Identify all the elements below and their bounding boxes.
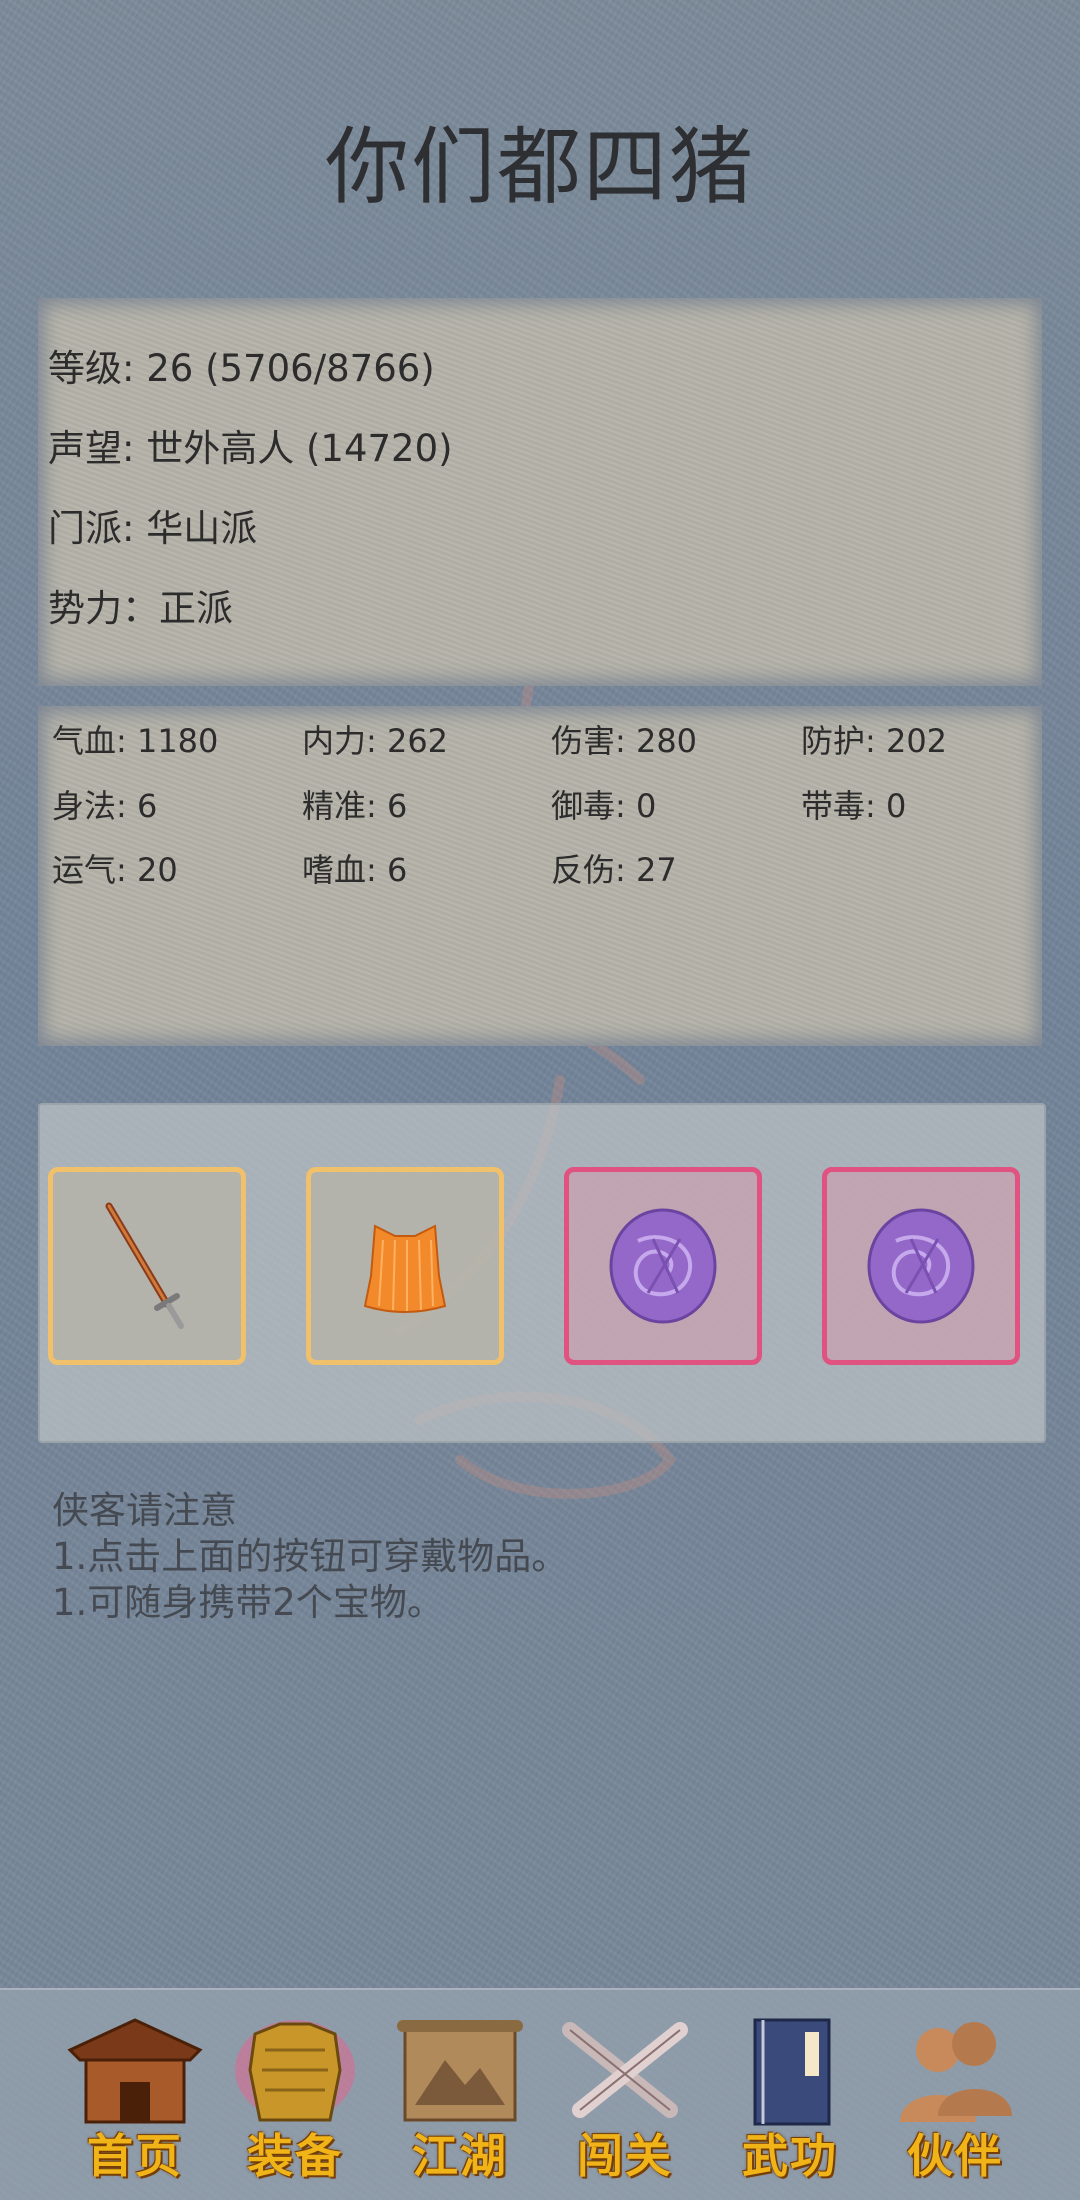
equipment-panel: [38, 1103, 1046, 1443]
purple-treasure-icon: [609, 1208, 717, 1324]
sword-icon: [105, 1202, 184, 1329]
nav-equipment-label: 装备: [247, 2129, 343, 2183]
stat-lifesteal: 嗜血: 6: [302, 851, 408, 889]
nav-challenge[interactable]: 闯关: [540, 2010, 710, 2190]
stat-luck: 运气: 20: [52, 851, 178, 889]
nav-challenge-label: 闯关: [577, 2129, 673, 2183]
nav-jianghu-label: 江湖: [412, 2129, 508, 2183]
nav-martial-arts[interactable]: 武功: [705, 2010, 875, 2190]
stat-defense: 防护: 202: [801, 722, 948, 760]
nav-martial-arts-label: 武功: [742, 2129, 838, 2183]
character-info-panel: 等级: 26 (5706/8766) 声望: 世外高人 (14720) 门派: …: [38, 298, 1042, 686]
attributes-panel: 气血: 1180 内力: 262 伤害: 280 防护: 202 身法: 6 精…: [38, 706, 1042, 1046]
equip-slot-treasure-2[interactable]: [822, 1167, 1020, 1365]
nav-companions[interactable]: 伙伴: [870, 2010, 1040, 2190]
nav-jianghu[interactable]: 江湖: [375, 2010, 545, 2190]
stat-hp: 气血: 1180: [52, 722, 219, 760]
nav-companions-label: 伙伴: [907, 2129, 1003, 2183]
reputation-text: 声望: 世外高人 (14720): [48, 427, 453, 470]
faction-text: 势力：正派: [48, 587, 233, 630]
nav-equipment[interactable]: 装备: [210, 2010, 380, 2190]
sect-text: 门派: 华山派: [48, 507, 258, 550]
notice-line-2: 1.可随身携带2个宝物。: [52, 1581, 444, 1624]
nav-home-label: 首页: [87, 2129, 183, 2183]
stat-internal-power: 内力: 262: [302, 722, 449, 760]
orange-vest-icon: [363, 1224, 447, 1313]
bottom-navigation: 首页 装备 江湖 闯关 武功 伙伴: [0, 1988, 1080, 2200]
nav-home[interactable]: 首页: [50, 2010, 220, 2190]
stat-poison-resist: 御毒: 0: [551, 787, 657, 825]
stat-accuracy: 精准: 6: [302, 787, 408, 825]
notice-block: 侠客请注意 1.点击上面的按钮可穿戴物品。 1.可随身携带2个宝物。: [52, 1488, 568, 1626]
stat-agility: 身法: 6: [52, 787, 158, 825]
character-name: 你们都四猪: [324, 118, 755, 216]
level-text: 等级: 26 (5706/8766): [48, 347, 435, 390]
purple-treasure-icon: [867, 1208, 975, 1324]
stat-poison-attack: 带毒: 0: [801, 787, 907, 825]
stat-damage: 伤害: 280: [551, 722, 698, 760]
notice-line-1: 1.点击上面的按钮可穿戴物品。: [52, 1535, 569, 1578]
notice-heading: 侠客请注意: [52, 1489, 237, 1532]
equip-slot-treasure-1[interactable]: [564, 1167, 762, 1365]
stat-reflect: 反伤: 27: [551, 851, 677, 889]
equip-slot-armor[interactable]: [306, 1167, 504, 1365]
equip-slot-weapon[interactable]: [48, 1167, 246, 1365]
